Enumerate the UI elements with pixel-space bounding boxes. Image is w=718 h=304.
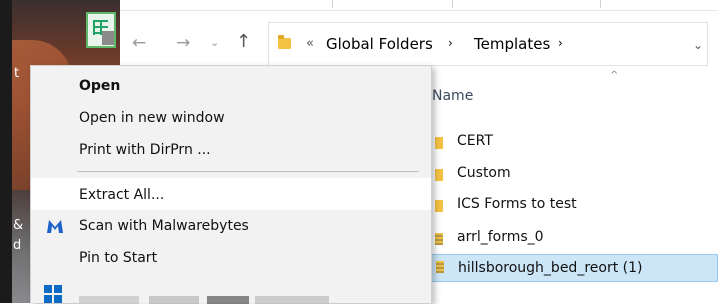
file-name: Custom [457,165,511,181]
menu-item-open-in-new-window[interactable]: Open in new window [79,110,225,126]
address-dropdown-chevron-icon[interactable]: ⌄ [693,38,703,52]
menu-item-open[interactable]: Open [79,78,120,94]
file-name: ICS Forms to test [457,196,577,212]
up-arrow-icon[interactable]: ↑ [236,31,251,52]
malwarebytes-icon [47,220,63,233]
file-badge-icon [102,31,114,45]
menu-item-print-with-dirprn[interactable]: Print with DirPrn ... [79,142,211,158]
desktop-icon-label: t [14,66,20,81]
menu-item-partially-visible[interactable] [79,296,329,304]
desktop-icon-label: d [13,238,22,253]
list-item[interactable]: ICS Forms to test [430,194,718,216]
ribbon-divider [332,0,333,8]
list-item[interactable]: Custom [430,163,718,185]
excel-file-icon[interactable] [86,12,116,48]
folder-icon [278,35,291,49]
menu-item-extract-all[interactable]: Extract All... [79,187,164,203]
forward-arrow-icon[interactable]: → [176,33,190,53]
ribbon-divider [452,0,453,8]
ribbon-divider [600,0,601,8]
screen-edge [0,0,12,303]
breadcrumb-separator-icon[interactable]: › [448,36,453,50]
folder-icon [435,200,443,212]
file-name: CERT [457,133,493,149]
folder-icon [435,137,443,149]
list-item[interactable]: arrl_forms_0 [430,227,718,249]
list-item-selected[interactable]: hillsborough_bed_reort (1) [430,254,718,282]
menu-item-scan-with-malwarebytes[interactable]: Scan with Malwarebytes [79,218,249,234]
back-arrow-icon[interactable]: ← [132,33,146,53]
recent-locations-chevron-icon[interactable]: ⌄ [210,36,219,49]
list-item[interactable]: CERT [430,131,718,153]
menu-item-pin-to-start[interactable]: Pin to Start [79,250,157,266]
column-header-name[interactable]: Name [432,88,473,104]
sort-ascending-icon: ^ [610,70,619,81]
breadcrumb-global-folders[interactable]: Global Folders [326,35,433,53]
context-menu: Open Open in new window Print with DirPr… [30,65,432,304]
overflow-chevrons-icon[interactable]: « [306,36,314,51]
zip-folder-icon [435,233,443,245]
file-name: hillsborough_bed_reort (1) [458,260,643,276]
menu-separator [77,171,419,172]
file-name: arrl_forms_0 [457,229,544,245]
ribbon-tabs-strip [120,0,718,11]
breadcrumb-separator-icon[interactable]: › [558,36,563,50]
windows-logo-icon [44,285,62,303]
folder-icon [435,169,443,181]
breadcrumb-templates[interactable]: Templates [474,35,550,53]
zip-folder-icon [436,261,444,273]
desktop-icon-label: & [13,218,24,233]
